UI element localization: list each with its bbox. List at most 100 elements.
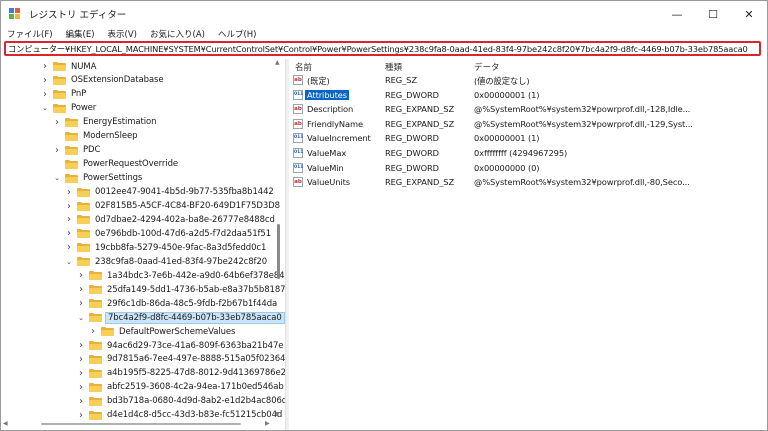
column-type-header[interactable]: 種類 <box>385 61 402 73</box>
window-title: レジストリ エディター <box>29 10 127 21</box>
scroll-thumb[interactable] <box>277 224 280 279</box>
close-button[interactable]: ✕ <box>731 1 767 27</box>
tree-item[interactable]: › 29f6c1db-86da-48c5-9fdb-f2b67b1f44da <box>77 297 279 310</box>
scroll-down-arrow-icon[interactable]: ▼ <box>275 411 280 418</box>
tree-item[interactable]: › PnP <box>41 88 88 101</box>
value-data: @%SystemRoot%¥system32¥powrprof.dll,-80,… <box>474 177 690 188</box>
tree-item[interactable]: › NUMA <box>41 60 98 73</box>
scroll-up-arrow-icon[interactable]: ▲ <box>275 59 280 66</box>
menu-view[interactable]: 表示(V) <box>102 28 144 40</box>
tree-item[interactable]: › DefaultPowerSchemeValues <box>89 325 237 338</box>
chevron-right-icon[interactable]: › <box>65 214 73 225</box>
tree-item[interactable]: › 0e796bdb-100d-47d6-a2d5-f7d2daa51f51 <box>65 227 273 240</box>
chevron-right-icon[interactable]: › <box>77 284 85 295</box>
chevron-right-icon[interactable]: › <box>77 396 85 407</box>
value-type: REG_DWORD <box>385 162 439 173</box>
tree-item[interactable]: › 0d7dbae2-4294-402a-ba8e-26777e8488cd <box>65 213 277 226</box>
value-name: ValueUnits <box>307 177 350 188</box>
minimize-button[interactable]: — <box>659 1 695 27</box>
tree-horizontal-scrollbar[interactable]: ◀ ▶ <box>1 420 274 428</box>
tree-item[interactable]: › 1a34bdc3-7e6b-442e-a9d0-64b6ef378e84 <box>77 269 285 282</box>
tree-item[interactable]: › 0012ee47-9041-4b5d-9b77-535fba8b1442 <box>65 186 276 199</box>
menu-favorites[interactable]: お気に入り(A) <box>144 28 212 40</box>
tree-item[interactable]: › 25dfa149-5dd1-4736-b5ab-e8a37b5b8187 <box>77 283 285 296</box>
tree-vertical-scrollbar[interactable]: ▲ ▼ <box>274 59 282 419</box>
tree-item[interactable]: › PDC <box>53 144 102 157</box>
menu-edit[interactable]: 編集(E) <box>60 28 102 40</box>
tree-item[interactable]: › 02F815B5-A5CF-4C84-BF20-649D1F75D3D8 <box>65 200 282 213</box>
chevron-right-icon[interactable]: › <box>77 368 85 379</box>
menu-help[interactable]: ヘルプ(H) <box>212 28 264 40</box>
column-name-header[interactable]: 名前 <box>295 61 312 73</box>
chevron-right-icon[interactable]: › <box>77 354 85 365</box>
tree-item[interactable]: ModernSleep <box>53 130 139 143</box>
tree-item[interactable]: › 94ac6d29-73ce-41a6-809f-6363ba21b47e <box>77 339 285 352</box>
tree-item[interactable]: ⌄ Power <box>41 102 98 115</box>
folder-icon <box>89 368 102 378</box>
binary-value-icon: 011 <box>293 89 303 100</box>
chevron-down-icon[interactable]: ⌄ <box>53 174 61 182</box>
chevron-right-icon[interactable]: › <box>89 326 97 337</box>
value-row[interactable]: ab ValueUnits REG_EXPAND_SZ @%SystemRoot%¥s… <box>289 175 767 189</box>
tree-item-label: ModernSleep <box>83 131 138 142</box>
tree-item-label: 1a34bdc3-7e6b-442e-a9d0-64b6ef378e84 <box>107 270 285 281</box>
folder-icon <box>53 62 66 71</box>
tree-item[interactable]: › abfc2519-3608-4c2a-94ea-171b0ed546ab <box>77 381 285 394</box>
chevron-down-icon[interactable]: ⌄ <box>41 104 49 112</box>
tree-item[interactable]: › a4b195f5-8225-47d8-8012-9d41369786e2 <box>77 367 285 380</box>
maximize-button[interactable]: ☐ <box>695 1 731 27</box>
chevron-down-icon[interactable]: ⌄ <box>77 314 85 322</box>
chevron-right-icon[interactable]: › <box>77 270 85 281</box>
tree-item[interactable]: ⌄ 7bc4a2f9-d8fc-4469-b07b-33eb785aaca0 <box>77 311 285 324</box>
tree-item[interactable]: ⌄ 238c9fa8-0aad-41ed-83f4-97be242c8f20 <box>65 255 269 268</box>
tree-item[interactable]: › OSExtensionDatabase <box>41 74 165 87</box>
value-row[interactable]: ab FriendlyName REG_EXPAND_SZ @%SystemRoot%… <box>289 117 767 131</box>
folder-icon <box>53 89 66 99</box>
value-row[interactable]: 011 ValueIncrement REG_DWORD 0x00000001 (1) <box>289 131 767 145</box>
chevron-right-icon[interactable]: › <box>65 242 73 253</box>
value-row[interactable]: 011 ValueMax REG_DWORD 0xffffffff (42949672… <box>289 146 767 160</box>
tree-item[interactable]: PowerRequestOverride <box>53 158 180 171</box>
tree-item[interactable]: › bd3b718a-0680-4d9d-8ab2-e1d2b4ac806d <box>77 395 285 408</box>
tree-item[interactable]: › EnergyEstimation <box>53 116 158 129</box>
value-name: ValueMin <box>307 162 344 173</box>
chevron-right-icon[interactable]: › <box>77 298 85 309</box>
menu-file[interactable]: ファイル(F) <box>1 28 60 40</box>
binary-value-icon: 011 <box>293 162 303 173</box>
value-row[interactable]: ab (既定) REG_SZ (値の設定なし) <box>289 73 767 87</box>
value-data: 0xffffffff (4294967295) <box>474 148 568 158</box>
column-data-header[interactable]: データ <box>474 61 500 73</box>
scroll-left-arrow-icon[interactable]: ◀ <box>3 420 8 427</box>
chevron-right-icon[interactable]: › <box>77 382 85 393</box>
tree-item-label: bd3b718a-0680-4d9d-8ab2-e1d2b4ac806d <box>107 396 285 407</box>
folder-icon <box>53 75 66 85</box>
value-data: @%SystemRoot%¥system32¥powrprof.dll,-129… <box>474 118 693 129</box>
values-pane[interactable]: 名前 種類 データ ab (既定) REG_SZ (値の設定なし) 011 Attribu… <box>289 59 767 430</box>
title-bar[interactable]: レジストリ エディター — ☐ ✕ <box>1 1 767 27</box>
chevron-right-icon[interactable]: › <box>65 201 73 212</box>
tree-item[interactable]: ⌄ PowerSettings <box>53 172 144 185</box>
tree-item[interactable]: › 19cbb8fa-5279-450e-9fac-8a3d5fedd0c1 <box>65 241 268 254</box>
hscroll-thumb[interactable] <box>41 423 241 425</box>
chevron-right-icon[interactable]: › <box>53 145 61 156</box>
value-row[interactable]: 011 Attributes REG_DWORD 0x00000001 (1) <box>289 88 767 102</box>
address-path[interactable]: コンピューター¥HKEY_LOCAL_MACHINE¥SYSTEM¥Curren… <box>6 43 748 54</box>
address-bar[interactable]: コンピューター¥HKEY_LOCAL_MACHINE¥SYSTEM¥Curren… <box>4 41 761 56</box>
chevron-right-icon[interactable]: › <box>77 340 85 351</box>
value-row[interactable]: 011 ValueMin REG_DWORD 0x00000000 (0) <box>289 161 767 175</box>
tree-item[interactable]: › 9d7815a6-7ee4-497e-8888-515a05f02364 <box>77 353 285 366</box>
chevron-right-icon[interactable]: › <box>41 89 49 100</box>
key-tree-pane[interactable]: › NUMA › OSExtensionDatabase › PnP ⌄ Power › Ener… <box>1 59 285 430</box>
tree-item-label: PowerSettings <box>83 173 143 184</box>
folder-icon <box>89 410 102 420</box>
registry-editor-window: レジストリ エディター — ☐ ✕ ファイル(F) 編集(E) 表示(V) お気… <box>0 0 768 431</box>
chevron-right-icon[interactable]: › <box>65 187 73 198</box>
chevron-right-icon[interactable]: › <box>41 61 49 72</box>
registry-app-icon <box>9 8 23 20</box>
chevron-right-icon[interactable]: › <box>65 228 73 239</box>
chevron-down-icon[interactable]: ⌄ <box>65 258 73 266</box>
chevron-right-icon[interactable]: › <box>53 117 61 128</box>
value-row[interactable]: ab Description REG_EXPAND_SZ @%SystemRoot%¥… <box>289 102 767 116</box>
scroll-right-arrow-icon[interactable]: ▶ <box>265 420 270 427</box>
chevron-right-icon[interactable]: › <box>41 75 49 86</box>
